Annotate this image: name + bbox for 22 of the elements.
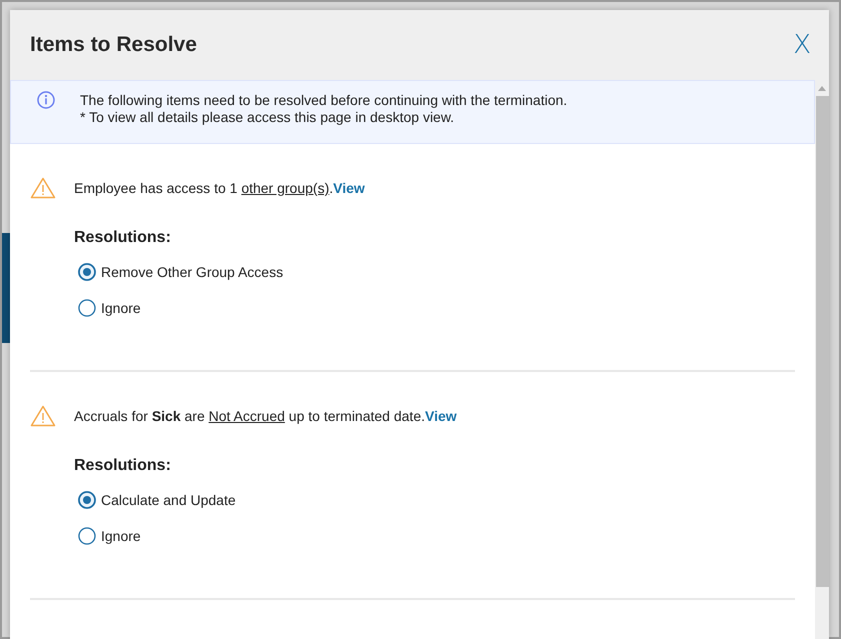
option-label[interactable]: Ignore	[101, 528, 141, 544]
info-icon	[37, 91, 55, 109]
resolutions-label: Resolutions:	[74, 457, 172, 475]
notice-text: The following items need to be resolved before continuing with the termination.	[80, 92, 568, 109]
warning-icon	[30, 177, 56, 199]
issue-message: Accruals for Sick are Not Accrued up to terminated date.View	[74, 408, 457, 424]
view-link[interactable]: View	[333, 180, 365, 196]
scrollbar[interactable]	[815, 80, 829, 639]
warning-icon	[30, 405, 56, 427]
option-label[interactable]: Calculate and Update	[101, 492, 236, 508]
dialog-title: Items to Resolve	[30, 33, 197, 57]
option-label[interactable]: Remove Other Group Access	[101, 264, 284, 280]
radio-button[interactable]	[78, 527, 96, 545]
radio-button[interactable]	[78, 491, 96, 509]
radio-button[interactable]	[78, 263, 96, 281]
resolutions-label: Resolutions:	[74, 229, 172, 247]
view-link[interactable]: View	[425, 408, 457, 424]
close-button[interactable]: X	[791, 30, 813, 60]
radio-button[interactable]	[78, 299, 96, 317]
notice-text: * To view all details please access this page in desktop view.	[80, 109, 456, 126]
option-label[interactable]: Ignore	[101, 300, 141, 316]
issue-message: Employee has access to 1 other group(s).View	[74, 180, 365, 196]
